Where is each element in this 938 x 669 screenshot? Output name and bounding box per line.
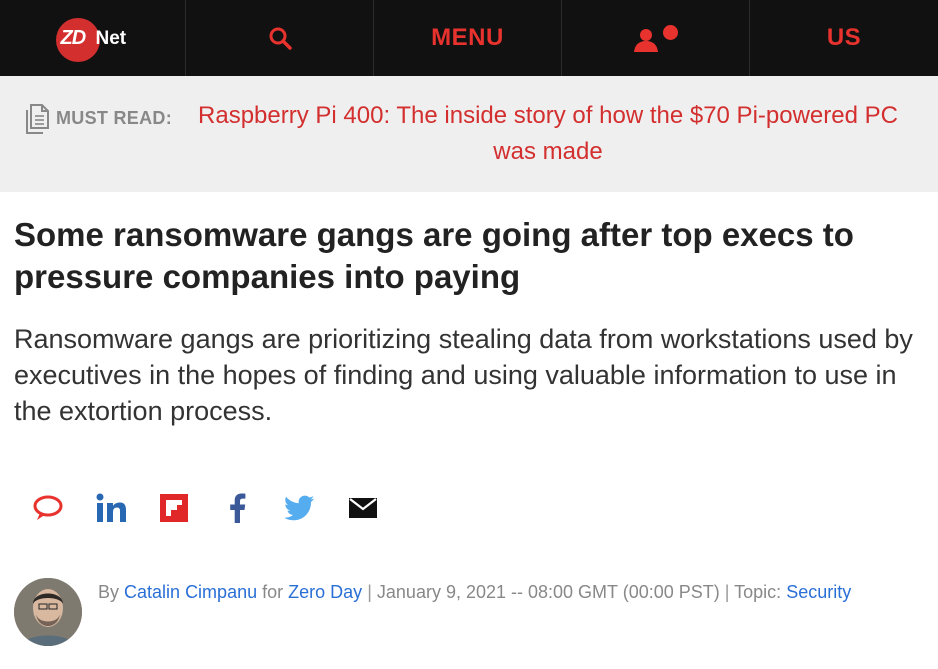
edition-button[interactable]: US <box>750 0 938 76</box>
article-headline: Some ransomware gangs are going after to… <box>14 216 854 295</box>
document-icon <box>26 104 49 134</box>
search-button[interactable] <box>186 0 374 76</box>
topic-link[interactable]: Security <box>786 582 851 602</box>
flipboard-icon <box>160 494 188 522</box>
top-navigation: ZD Net MENU US <box>0 0 938 76</box>
byline-by: By <box>98 582 120 602</box>
author-avatar[interactable] <box>14 578 82 646</box>
facebook-button[interactable] <box>219 490 255 526</box>
comment-icon <box>33 495 63 520</box>
menu-label: MENU <box>431 24 504 51</box>
twitter-button[interactable] <box>282 490 318 526</box>
logo-net: Net <box>95 28 127 49</box>
search-icon <box>269 27 292 50</box>
user-icon <box>633 29 658 52</box>
email-icon <box>349 498 377 518</box>
edition-label: US <box>826 24 862 51</box>
author-link[interactable]: Catalin Cimpanu <box>124 582 257 602</box>
facebook-icon <box>230 493 246 523</box>
notification-dot <box>662 25 678 40</box>
blog-link[interactable]: Zero Day <box>288 582 362 602</box>
must-read-label: MUST READ: <box>56 108 172 128</box>
linkedin-icon <box>96 493 126 522</box>
byline-separator: | <box>367 582 372 602</box>
article-summary: Ransomware gangs are prioritizing steali… <box>14 324 913 426</box>
flipboard-button[interactable] <box>156 490 192 526</box>
linkedin-button[interactable] <box>93 490 129 526</box>
account-icon-group <box>633 24 679 52</box>
byline-for: for <box>262 582 284 602</box>
must-read-banner: MUST READ: Raspberry Pi 400: The inside … <box>0 76 938 192</box>
must-read-link[interactable]: Raspberry Pi 400: The inside story of ho… <box>178 98 918 170</box>
author-photo <box>14 578 82 646</box>
comment-button[interactable] <box>30 490 66 526</box>
article-byline: By Catalin Cimpanu for Zero Day | Januar… <box>98 582 851 603</box>
zdnet-logo[interactable]: ZD Net <box>0 0 186 76</box>
menu-button[interactable]: MENU <box>374 0 562 76</box>
topic-label: Topic: <box>734 582 782 602</box>
zdnet-logo-mark: ZD Net <box>55 14 130 62</box>
account-button[interactable] <box>562 0 750 76</box>
twitter-icon <box>285 495 314 521</box>
byline-separator: | <box>724 582 730 602</box>
publish-date: January 9, 2021 -- 08:00 GMT (00:00 PST) <box>376 582 720 602</box>
logo-zd: ZD <box>60 27 87 49</box>
share-bar <box>30 488 408 528</box>
email-button[interactable] <box>345 490 381 526</box>
